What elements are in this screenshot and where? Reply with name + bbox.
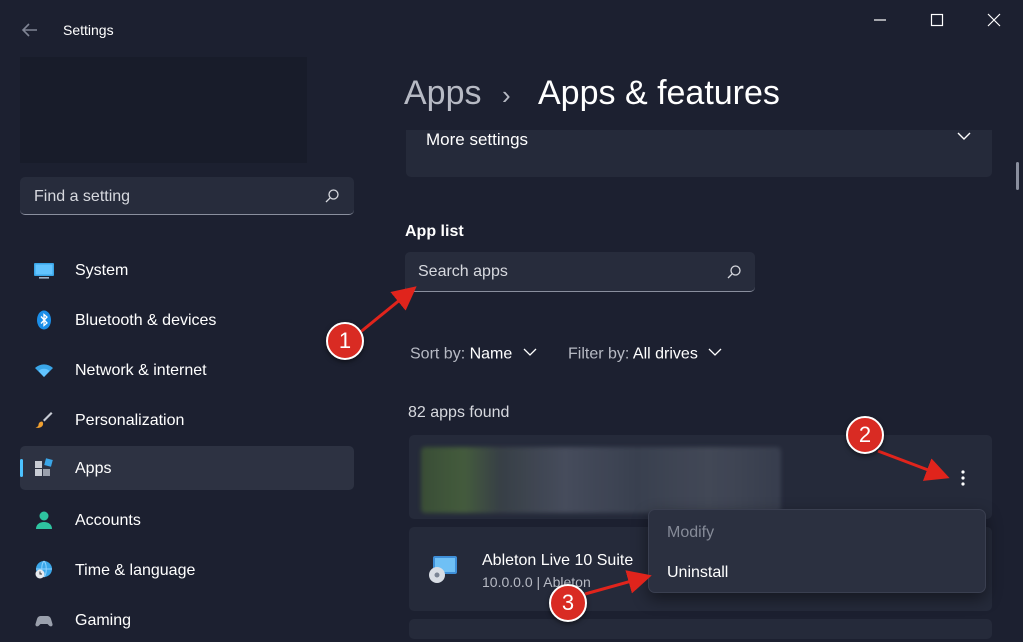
callout-badge-1: 1	[326, 322, 364, 360]
apps-found-count: 82 apps found	[408, 404, 510, 421]
account-panel	[20, 57, 307, 163]
find-setting-placeholder: Find a setting	[34, 188, 131, 205]
sidebar-item-apps[interactable]: Apps	[20, 446, 354, 490]
minimize-button[interactable]	[857, 8, 903, 32]
filter-dropdown[interactable]: Filter by: All drives	[568, 345, 722, 364]
breadcrumb-separator: ›	[502, 80, 511, 110]
callout-arrow-1	[357, 286, 417, 336]
sort-label: Sort by:	[410, 345, 466, 363]
window-title: Settings	[63, 22, 114, 38]
app-list-heading: App list	[405, 223, 464, 240]
menu-item-uninstall[interactable]: Uninstall	[667, 564, 728, 582]
more-settings-card[interactable]: More settings	[406, 130, 992, 177]
ableton-installer-icon	[427, 553, 459, 585]
filter-label: Filter by:	[568, 345, 630, 363]
maximize-button[interactable]	[914, 8, 960, 32]
callout-badge-2: 2	[846, 416, 884, 454]
search-apps-placeholder: Search apps	[418, 263, 508, 280]
gamepad-icon	[34, 610, 54, 630]
sidebar-item-label: Personalization	[75, 412, 185, 429]
scrollbar-thumb[interactable]	[1016, 162, 1019, 190]
app-name: Ableton Live 10 Suite	[482, 552, 634, 569]
callout-badge-3: 3	[549, 584, 587, 622]
breadcrumb-parent[interactable]: Apps	[404, 74, 482, 113]
app-row-partial[interactable]	[409, 619, 992, 639]
bluetooth-icon	[34, 310, 54, 330]
sidebar-item-label: Accounts	[75, 512, 141, 529]
sidebar-item-personalization[interactable]: Personalization	[20, 398, 354, 442]
sidebar-item-bluetooth[interactable]: Bluetooth & devices	[20, 298, 354, 342]
person-icon	[34, 510, 54, 530]
filter-value: All drives	[632, 345, 698, 363]
more-options-icon[interactable]	[956, 468, 970, 488]
sidebar-item-label: System	[75, 262, 129, 279]
chevron-down-icon	[956, 128, 972, 144]
sidebar-item-time-language[interactable]: Time & language	[20, 548, 354, 592]
menu-item-modify: Modify	[667, 524, 715, 541]
apps-icon	[34, 458, 54, 478]
sidebar-item-label: Bluetooth & devices	[75, 312, 217, 329]
sidebar-item-system[interactable]: System	[20, 248, 354, 292]
brush-icon	[34, 410, 54, 430]
chevron-down-icon	[708, 345, 722, 364]
search-apps-input[interactable]: Search apps	[405, 252, 755, 292]
wifi-icon	[34, 360, 54, 380]
close-button[interactable]	[971, 8, 1017, 32]
back-arrow-icon[interactable]	[20, 20, 40, 40]
selection-indicator	[20, 459, 23, 477]
blurred-app-info	[421, 447, 781, 513]
sidebar-item-label: Gaming	[75, 612, 132, 629]
search-icon	[726, 264, 742, 280]
sidebar-item-label: Apps	[75, 460, 112, 477]
more-settings-label: More settings	[426, 130, 529, 149]
app-row-blurred[interactable]	[409, 435, 992, 519]
chevron-down-icon	[523, 345, 537, 364]
sidebar-item-network[interactable]: Network & internet	[20, 348, 354, 392]
sidebar-item-label: Network & internet	[75, 362, 207, 379]
search-icon	[324, 188, 340, 204]
sort-value: Name	[469, 345, 513, 363]
sidebar-item-label: Time & language	[75, 562, 196, 579]
app-context-menu: Modify Uninstall	[648, 509, 986, 593]
page-title: Apps & features	[538, 74, 780, 112]
sidebar-item-gaming[interactable]: Gaming	[20, 598, 354, 642]
globe-clock-icon	[34, 560, 54, 580]
sort-dropdown[interactable]: Sort by: Name	[410, 345, 537, 364]
monitor-icon	[34, 260, 54, 280]
find-setting-input[interactable]: Find a setting	[20, 177, 354, 215]
sidebar-item-accounts[interactable]: Accounts	[20, 498, 354, 542]
